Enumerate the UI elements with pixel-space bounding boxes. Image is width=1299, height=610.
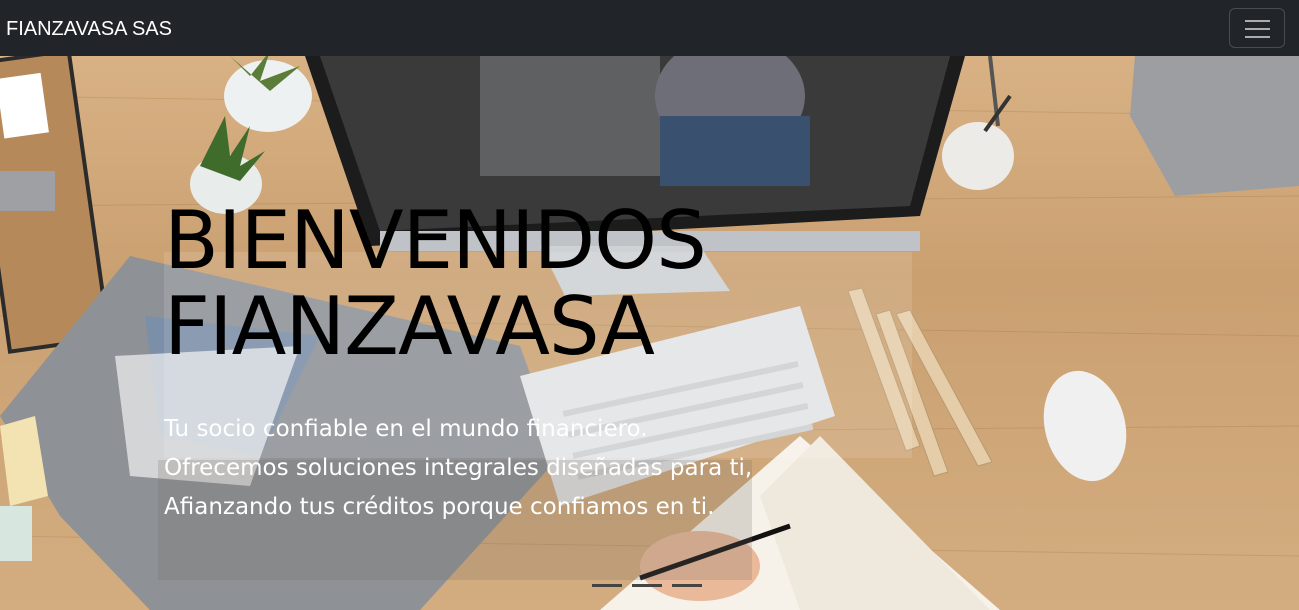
- navbar-toggle-button[interactable]: [1229, 8, 1285, 48]
- carousel-indicator-2[interactable]: [632, 584, 662, 587]
- carousel-indicator-1[interactable]: [592, 584, 622, 587]
- carousel-indicator-3[interactable]: [672, 584, 702, 587]
- navbar-brand[interactable]: FIANZAVASA SAS: [6, 17, 172, 41]
- hero-line-3: Afianzando tus créditos porque confiamos…: [164, 494, 715, 520]
- carousel-indicators: [592, 584, 704, 588]
- top-navbar: FIANZAVASA SAS: [0, 0, 1299, 56]
- hero-line-1: Tu socio confiable en el mundo financier…: [164, 416, 648, 442]
- hero-title: BIENVENIDOS FIANZAVASA: [164, 194, 707, 373]
- hero-line-2: Ofrecemos soluciones integrales diseñada…: [164, 455, 753, 481]
- hamburger-menu-icon: [1245, 19, 1270, 39]
